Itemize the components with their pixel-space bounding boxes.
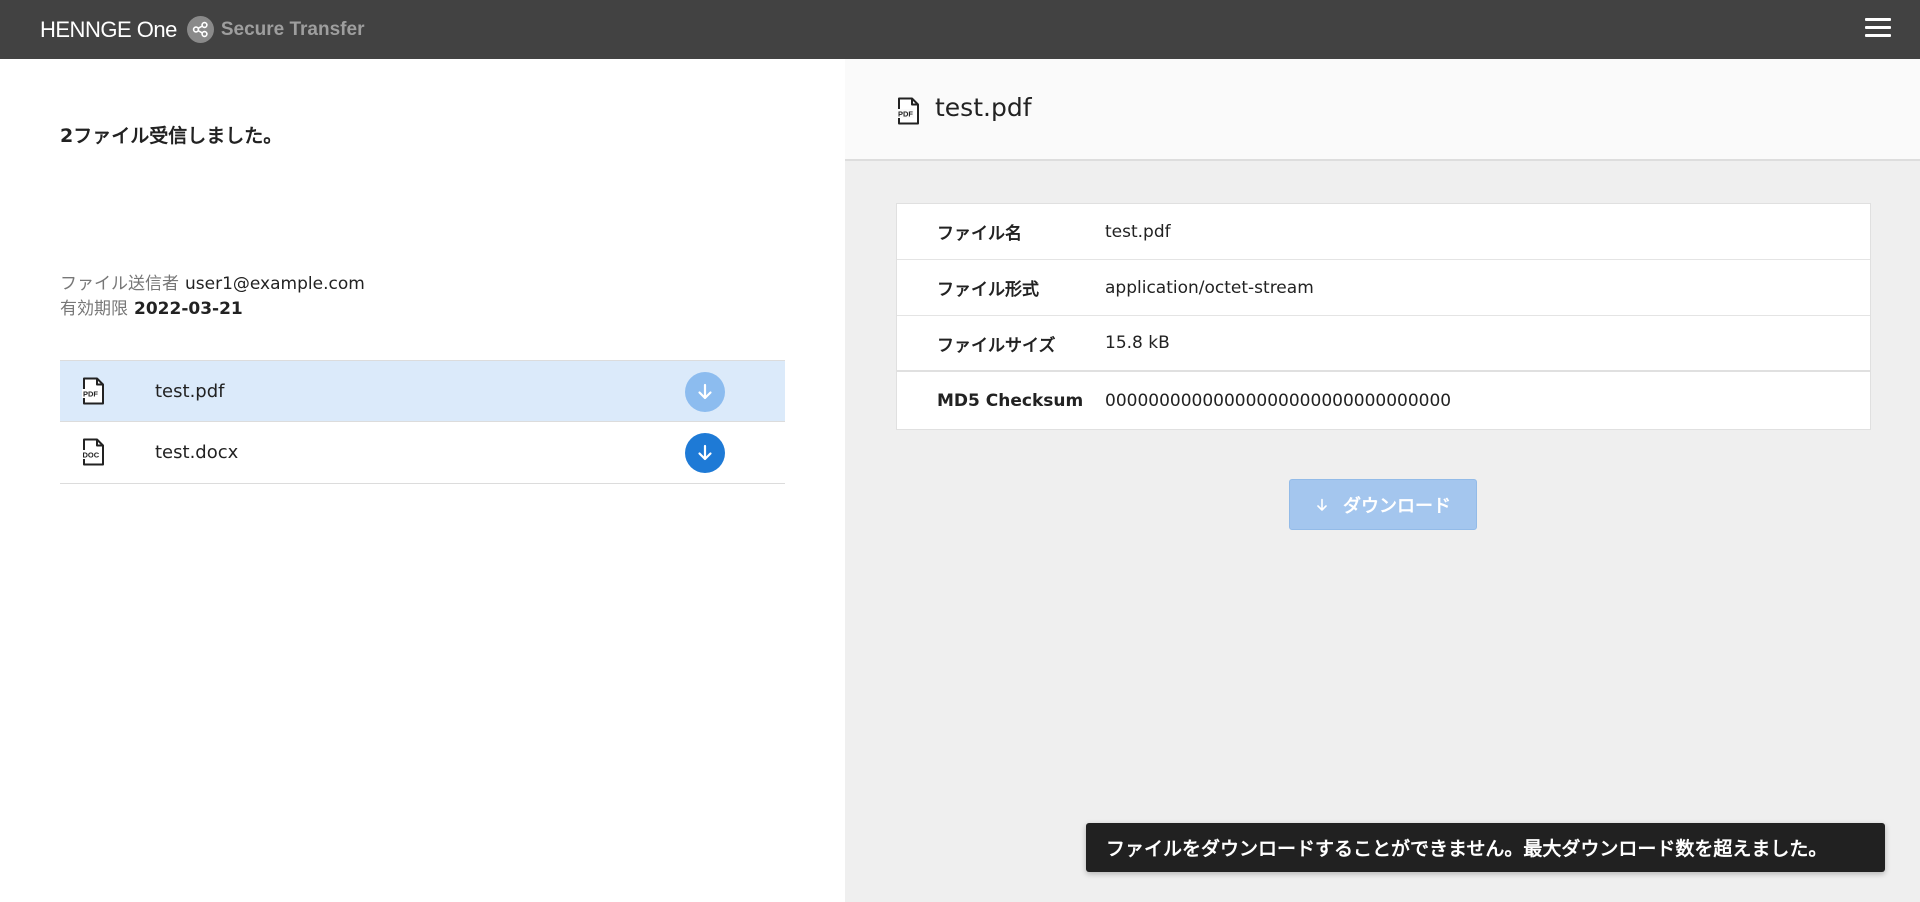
file-detail-panel: PDF test.pdf ファイル名 test.pdf ファイル形式 appli…: [845, 59, 1920, 902]
detail-row: ファイル名 test.pdf: [897, 204, 1870, 260]
hamburger-menu-icon[interactable]: [1865, 18, 1891, 40]
pdf-file-icon: PDF: [897, 97, 920, 125]
download-icon[interactable]: [685, 372, 725, 412]
detail-row: ファイル形式 application/octet-stream: [897, 260, 1870, 316]
detail-value: 00000000000000000000000000000000: [1105, 390, 1452, 411]
download-button[interactable]: ダウンロード: [1289, 479, 1477, 530]
toast-message: ファイルをダウンロードすることができません。最大ダウンロード数を超えました。: [1106, 838, 1828, 860]
detail-title: test.pdf: [935, 93, 1032, 122]
detail-value: 15.8 kB: [1105, 333, 1170, 353]
file-row[interactable]: PDF test.pdf: [60, 360, 785, 422]
detail-key: ファイル形式: [937, 280, 1039, 300]
download-icon[interactable]: [685, 433, 725, 473]
received-message: 2ファイル受信しました。: [60, 125, 283, 147]
download-button-label: ダウンロード: [1343, 495, 1451, 517]
sender-line: ファイル送信者 user1@example.com: [60, 272, 365, 297]
detail-row: ファイルサイズ 15.8 kB: [897, 316, 1870, 372]
svg-text:PDF: PDF: [83, 390, 98, 399]
sender-value: user1@example.com: [185, 274, 365, 294]
detail-header: PDF test.pdf: [845, 59, 1920, 161]
detail-value: application/octet-stream: [1105, 277, 1314, 298]
file-name: test.docx: [155, 442, 239, 463]
file-info-table: ファイル名 test.pdf ファイル形式 application/octet-…: [896, 203, 1871, 430]
doc-file-icon: DOC: [82, 438, 105, 466]
file-name: test.pdf: [155, 380, 225, 402]
detail-key: ファイルサイズ: [937, 335, 1056, 356]
brand[interactable]: HENNGE One Secure Transfer: [40, 0, 364, 59]
file-list: PDF test.pdf DOC test.docx: [60, 360, 785, 484]
svg-text:DOC: DOC: [83, 451, 100, 460]
transfer-meta: ファイル送信者 user1@example.com 有効期限 2022-03-21: [60, 272, 365, 322]
detail-row: MD5 Checksum 000000000000000000000000000…: [897, 372, 1870, 429]
file-row[interactable]: DOC test.docx: [60, 422, 785, 484]
expiry-label: 有効期限: [60, 299, 128, 319]
sender-label: ファイル送信者: [60, 274, 179, 294]
svg-text:PDF: PDF: [898, 110, 913, 119]
expiry-line: 有効期限 2022-03-21: [60, 297, 365, 322]
detail-key: ファイル名: [937, 224, 1022, 244]
arrow-down-icon: [1315, 498, 1329, 512]
product-name: Secure Transfer: [220, 18, 365, 40]
top-bar: HENNGE One Secure Transfer: [0, 0, 1920, 59]
brand-name: HENNGE One: [40, 16, 177, 42]
pdf-file-icon: PDF: [82, 377, 105, 405]
detail-value: test.pdf: [1105, 221, 1171, 242]
share-logo-icon: [186, 16, 214, 43]
expiry-value: 2022-03-21: [134, 299, 243, 319]
error-toast: ファイルをダウンロードすることができません。最大ダウンロード数を超えました。: [1086, 823, 1885, 872]
detail-key: MD5 Checksum: [937, 390, 1084, 411]
file-list-panel: 2ファイル受信しました。 ファイル送信者 user1@example.com 有効…: [0, 59, 845, 902]
